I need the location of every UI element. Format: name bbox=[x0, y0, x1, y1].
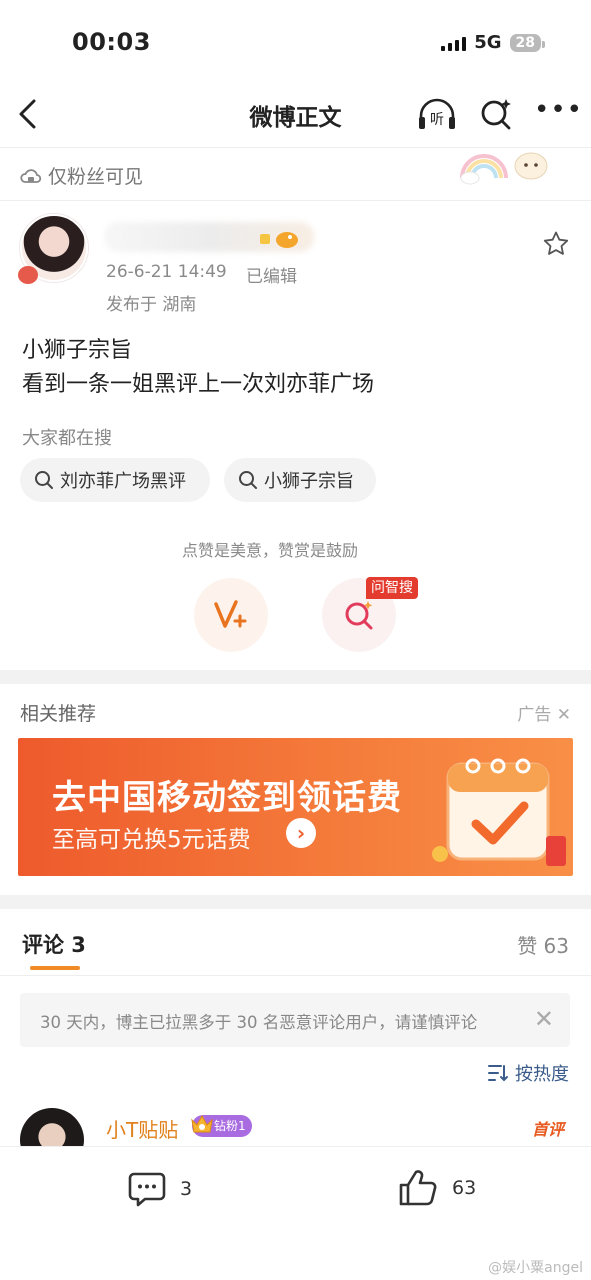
duck-emoji-icon bbox=[260, 232, 298, 248]
close-icon[interactable]: ✕ bbox=[534, 1005, 554, 1033]
cloud-lock-icon bbox=[20, 168, 42, 183]
comment-icon bbox=[128, 1172, 166, 1207]
signal-icon bbox=[441, 35, 467, 51]
arrow-right-icon: › bbox=[286, 818, 316, 848]
ad-close-button[interactable]: 广告 ✕ bbox=[517, 700, 571, 725]
tab-comments[interactable]: 评论 3 bbox=[22, 929, 86, 959]
favorite-button[interactable] bbox=[542, 230, 570, 258]
reward-v-plus-icon bbox=[214, 600, 247, 628]
avatar-badge-icon bbox=[18, 266, 38, 284]
search-icon bbox=[35, 471, 53, 489]
visibility-label: 仅粉丝可见 bbox=[48, 166, 144, 188]
listen-icon-text: 听 bbox=[430, 112, 444, 128]
reward-button[interactable] bbox=[194, 578, 268, 652]
ai-search-icon bbox=[345, 601, 373, 630]
watermark: @娱小粟angel bbox=[488, 1260, 583, 1276]
star-icon bbox=[543, 231, 569, 255]
edited-label[interactable]: 已编辑 bbox=[246, 262, 297, 287]
ad-headline: 去中国移动签到领话费 bbox=[52, 778, 402, 818]
comment-notice: 30 天内，博主已拉黑多于 30 名恶意评论用户，请谨慎评论 ✕ bbox=[20, 993, 570, 1047]
sort-button[interactable]: 按热度 bbox=[487, 1060, 569, 1086]
thumbs-up-icon bbox=[399, 1170, 437, 1206]
comment-count: 3 bbox=[180, 1178, 193, 1200]
trending-title: 大家都在搜 bbox=[22, 428, 112, 449]
like-button[interactable]: 63 bbox=[398, 1169, 476, 1207]
trending-chip[interactable]: 小狮子宗旨 bbox=[224, 458, 376, 502]
close-icon: ✕ bbox=[556, 705, 571, 725]
post-text-line: 看到一条一姐黑评上一次刘亦菲广场 bbox=[22, 372, 375, 397]
status-time: 00:03 bbox=[72, 28, 151, 56]
more-options-icon[interactable]: ••• bbox=[534, 97, 582, 128]
trending-chip[interactable]: 刘亦菲广场黑评 bbox=[20, 458, 210, 502]
search-icon bbox=[239, 471, 257, 489]
trending-chip-label: 刘亦菲广场黑评 bbox=[60, 471, 186, 492]
calendar-check-icon bbox=[432, 758, 566, 866]
ai-search-icon bbox=[481, 99, 511, 130]
notice-text: 30 天内，博主已拉黑多于 30 名恶意评论用户，请谨慎评论 bbox=[40, 1013, 478, 1032]
reward-hint: 点赞是美意，赞赏是鼓励 bbox=[181, 541, 358, 560]
headphones-icon: 听 bbox=[419, 98, 455, 129]
trending-chip-label: 小狮子宗旨 bbox=[264, 471, 354, 492]
related-title: 相关推荐 bbox=[20, 703, 97, 725]
commenter-name[interactable]: 小T贴贴 bbox=[106, 1114, 178, 1143]
divider bbox=[0, 975, 591, 976]
network-label: 5G bbox=[474, 32, 502, 53]
status-indicators: 5G 28 bbox=[441, 32, 546, 53]
sort-label: 按热度 bbox=[515, 1064, 569, 1085]
first-comment-tag: 首评 bbox=[532, 1120, 565, 1139]
ad-banner[interactable]: 去中国移动签到领话费 至高可兑换5元话费 › bbox=[18, 738, 573, 876]
sort-icon bbox=[488, 1065, 508, 1082]
section-gap bbox=[0, 895, 591, 909]
comment-button[interactable]: 3 bbox=[128, 1171, 192, 1207]
search-button[interactable] bbox=[478, 96, 514, 132]
rainbow-sticker-icon bbox=[460, 152, 548, 185]
ad-subline: 至高可兑换5元话费 bbox=[52, 827, 251, 853]
divider bbox=[0, 200, 591, 201]
active-tab-indicator bbox=[30, 966, 80, 970]
ad-label: 广告 bbox=[517, 705, 552, 725]
tab-likes[interactable]: 赞 63 bbox=[517, 930, 569, 959]
battery-icon: 28 bbox=[509, 33, 546, 52]
ask-search-tag: 问智搜 bbox=[366, 577, 418, 599]
crown-badge-icon bbox=[191, 1114, 213, 1133]
like-count: 63 bbox=[452, 1177, 477, 1199]
post-location: 发布于 湖南 bbox=[106, 295, 197, 315]
post-text-line: 小狮子宗旨 bbox=[22, 338, 133, 363]
bottom-action-bar: 3 63 @娱小粟angel bbox=[0, 1146, 591, 1280]
listen-button[interactable]: 听 bbox=[416, 96, 458, 132]
section-gap bbox=[0, 670, 591, 684]
visibility-indicator: 仅粉丝可见 bbox=[20, 162, 143, 189]
post-time: 26-6-21 14:49 bbox=[106, 262, 227, 282]
